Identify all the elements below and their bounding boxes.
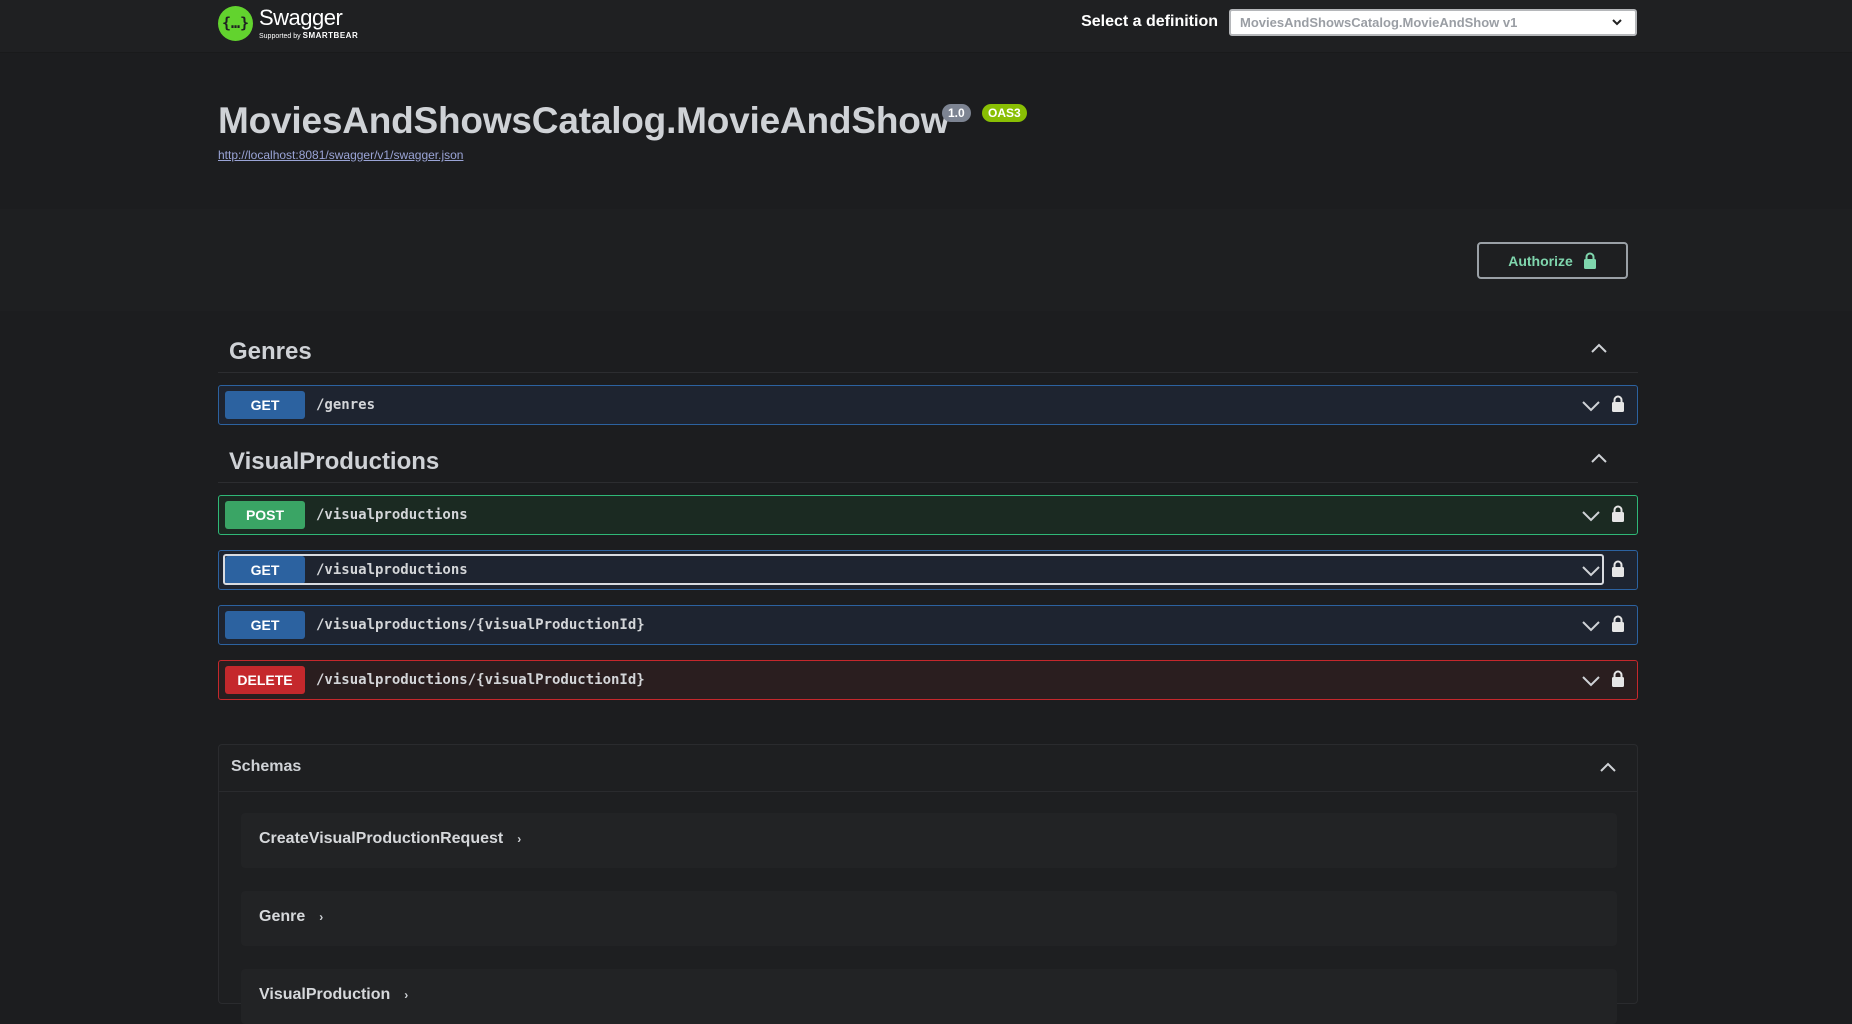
operation-post-visualproductions[interactable]: POST /visualproductions: [218, 495, 1638, 535]
schemas-title: Schemas: [231, 758, 302, 775]
schema-name: Genre: [259, 908, 306, 925]
lock-icon[interactable]: [1611, 395, 1625, 413]
operation-get-genres[interactable]: GET /genres: [218, 385, 1638, 425]
operation-path: /genres: [316, 397, 376, 413]
operation-delete-visualproduction[interactable]: DELETE /visualproductions/{visualProduct…: [218, 660, 1638, 700]
authorize-button[interactable]: Authorize: [1477, 242, 1628, 279]
lock-icon[interactable]: [1611, 505, 1625, 523]
schema-model[interactable]: VisualProduction ›: [241, 969, 1617, 1024]
chevron-down-icon: [1611, 16, 1623, 31]
chevron-down-icon[interactable]: [1581, 398, 1601, 414]
schema-name: CreateVisualProductionRequest: [259, 830, 504, 847]
method-badge: DELETE: [225, 666, 305, 694]
chevron-down-icon[interactable]: [1581, 673, 1601, 689]
operation-path: /visualproductions: [316, 562, 468, 578]
swagger-logo[interactable]: {…} Swagger Supported by SMARTBEAR: [218, 3, 358, 43]
schema-model[interactable]: CreateVisualProductionRequest ›: [241, 813, 1617, 868]
version-badge: 1.0: [942, 104, 971, 122]
tag-name: VisualProductions: [229, 448, 440, 475]
chevron-right-icon: ›: [319, 910, 324, 924]
schema-model[interactable]: Genre ›: [241, 891, 1617, 946]
chevron-right-icon: ›: [404, 988, 409, 1002]
operation-path: /visualproductions: [316, 507, 468, 523]
lock-icon[interactable]: [1611, 615, 1625, 633]
tag-name: Genres: [229, 338, 312, 365]
operation-path: /visualproductions/{visualProductionId}: [316, 617, 645, 633]
lock-icon: [1583, 252, 1596, 269]
definition-select[interactable]: MoviesAndShowsCatalog.MovieAndShow v1: [1229, 9, 1637, 36]
spec-url-link[interactable]: http://localhost:8081/swagger/v1/swagger…: [218, 148, 463, 162]
method-badge: POST: [225, 501, 305, 529]
method-badge: GET: [225, 556, 305, 584]
operation-path: /visualproductions/{visualProductionId}: [316, 672, 645, 688]
oas-badge: OAS3: [982, 104, 1027, 122]
operation-get-visualproductions[interactable]: GET /visualproductions: [218, 550, 1638, 590]
schema-name: VisualProduction: [259, 986, 391, 1003]
chevron-down-icon[interactable]: [1581, 508, 1601, 524]
method-badge: GET: [225, 391, 305, 419]
schemas-header[interactable]: Schemas: [219, 745, 1637, 792]
lock-icon[interactable]: [1611, 560, 1625, 578]
tag-genres[interactable]: Genres: [218, 332, 1638, 373]
logo-subtitle: Supported by SMARTBEAR: [259, 30, 359, 40]
schemas-section: Schemas CreateVisualProductionRequest › G…: [218, 744, 1638, 1024]
swagger-logo-icon: {…}: [218, 5, 253, 41]
method-badge: GET: [225, 611, 305, 639]
chevron-up-icon[interactable]: [1590, 340, 1608, 358]
chevron-up-icon[interactable]: [1599, 759, 1617, 777]
authorize-label: Authorize: [1508, 252, 1573, 269]
definition-label: Select a definition: [1081, 13, 1218, 30]
tag-visualproductions[interactable]: VisualProductions: [218, 442, 1638, 483]
chevron-right-icon: ›: [517, 832, 522, 846]
chevron-down-icon[interactable]: [1581, 563, 1601, 579]
topbar: {…} Swagger Supported by SMARTBEAR Selec…: [0, 0, 1852, 53]
logo-name: Swagger: [259, 4, 343, 30]
lock-icon[interactable]: [1611, 670, 1625, 688]
chevron-up-icon[interactable]: [1590, 450, 1608, 468]
chevron-down-icon[interactable]: [1581, 618, 1601, 634]
definition-select-value: MoviesAndShowsCatalog.MovieAndShow v1: [1240, 15, 1518, 30]
operation-get-visualproduction-by-id[interactable]: GET /visualproductions/{visualProduction…: [218, 605, 1638, 645]
page-title: MoviesAndShowsCatalog.MovieAndShow: [218, 100, 950, 141]
